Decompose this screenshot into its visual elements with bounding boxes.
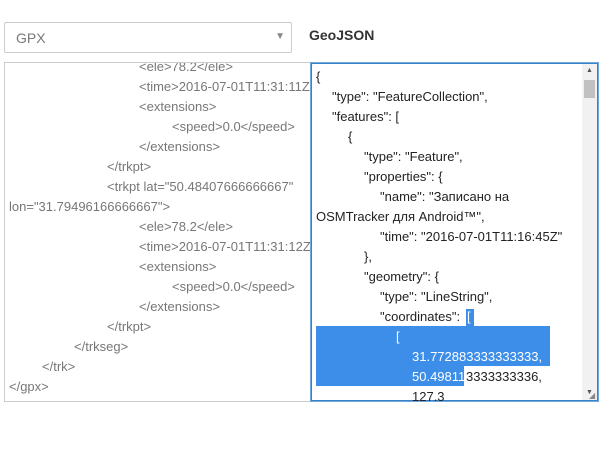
- gpx-line: lon="31.79496166666667">: [9, 199, 171, 214]
- geojson-line: "time": "2016-07-01T11:16:45Z": [380, 229, 563, 244]
- geojson-line: {: [316, 69, 321, 84]
- gpx-line: </trkpt>: [107, 319, 152, 334]
- geojson-line: 3333333336,: [466, 369, 542, 384]
- geojson-heading: GeoJSON: [309, 27, 375, 43]
- gpx-line: </trkseg>: [74, 339, 129, 354]
- converter-app: GPX ▼ GeoJSON <ele>78.2</ele> <time>2016…: [0, 0, 600, 450]
- geojson-line: "type": "FeatureCollection",: [332, 89, 488, 104]
- gpx-line: <ele>78.2</ele>: [139, 219, 233, 234]
- gpx-line: <speed>0.0</speed>: [172, 119, 295, 134]
- geojson-line: 31.772883333333333,: [412, 349, 543, 364]
- geojson-line: 50.49811: [412, 369, 466, 384]
- geojson-line: },: [364, 249, 372, 264]
- geojson-line: {: [348, 129, 353, 144]
- geojson-line: [: [467, 309, 471, 324]
- gpx-line: </extensions>: [139, 299, 220, 314]
- geojson-line: OSMTracker для Android™",: [316, 209, 485, 224]
- gpx-line: </trkpt>: [107, 159, 152, 174]
- gpx-line: <ele>78.2</ele>: [139, 62, 233, 74]
- geojson-line: [: [396, 329, 400, 344]
- geojson-line: "features": [: [332, 109, 400, 124]
- vertical-scrollbar[interactable]: ▲ ▼: [582, 64, 597, 400]
- gpx-line: </trk>: [42, 359, 76, 374]
- geojson-textarea[interactable]: { "type": "FeatureCollection", "features…: [310, 62, 599, 402]
- gpx-line: </gpx>: [9, 379, 49, 394]
- gpx-line: <time>2016-07-01T11:31:12Z: [139, 239, 310, 254]
- gpx-line: <speed>0.0</speed>: [172, 279, 295, 294]
- gpx-line: <extensions>: [139, 259, 217, 274]
- gpx-line: <trkpt lat="50.48407666666667": [107, 179, 294, 194]
- geojson-line: 127.3: [412, 389, 445, 402]
- gpx-line: <extensions>: [139, 99, 217, 114]
- resize-grip-icon[interactable]: ◢: [589, 392, 597, 400]
- geojson-line: "type": "Feature",: [364, 149, 463, 164]
- geojson-line: "type": "LineString",: [380, 289, 493, 304]
- geojson-line: "properties": {: [364, 169, 443, 184]
- chevron-down-icon: ▼: [275, 31, 285, 42]
- geojson-line: "coordinates":: [380, 309, 461, 324]
- gpx-line: </extensions>: [139, 139, 220, 154]
- gpx-line: <time>2016-07-01T11:31:11Z: [139, 79, 310, 94]
- geojson-line: "name": "Записано на: [380, 189, 510, 204]
- format-select[interactable]: GPX ▼: [4, 22, 292, 53]
- gpx-textarea[interactable]: <ele>78.2</ele> <time>2016-07-01T11:31:1…: [4, 62, 310, 402]
- scroll-thumb[interactable]: [584, 80, 595, 98]
- format-select-value: GPX: [16, 30, 46, 46]
- scroll-up-icon[interactable]: ▲: [582, 64, 597, 78]
- geojson-line: "geometry": {: [364, 269, 439, 284]
